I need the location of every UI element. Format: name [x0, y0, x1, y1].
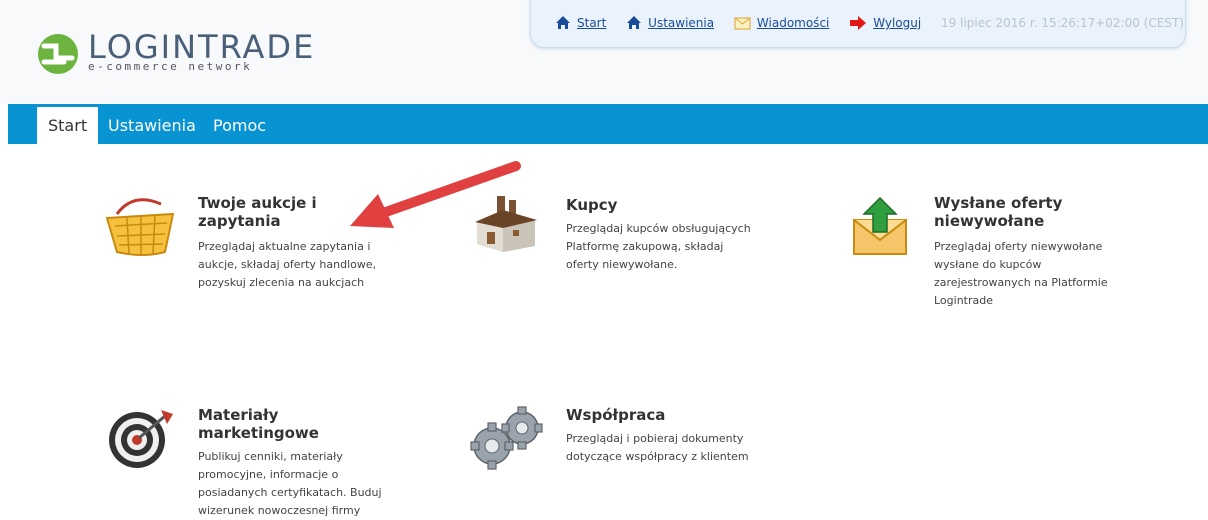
target-icon	[109, 410, 173, 468]
header: LOGINTRADE e-commerce network Start Usta…	[0, 0, 1208, 104]
top-link-logout[interactable]: Wyloguj	[849, 16, 921, 30]
tile-auctions-desc: Przeglądaj aktualne zapytania i aukcje, …	[198, 238, 376, 292]
tile-desc-line: Przeglądaj aktualne zapytania i	[198, 240, 371, 253]
tile-desc-line: Logintrade	[934, 294, 994, 307]
tile-desc-line: Przeglądaj kupców obsługujących	[566, 222, 751, 235]
tile-desc-line: pozyskuj zlecenia na aukcjach	[198, 276, 365, 289]
top-link-messages[interactable]: Wiadomości	[734, 16, 829, 30]
tile-cooperation-desc: Przeglądaj i pobieraj dokumenty dotycząc…	[566, 430, 749, 466]
annotation-arrow	[350, 161, 521, 228]
top-link-settings[interactable]: Ustawienia	[626, 15, 714, 30]
tile-desc-line: Publikuj cenniki, materiały	[198, 450, 343, 463]
top-link-settings-label: Ustawienia	[648, 16, 715, 30]
tile-desc-line: promocyjne, informacje o	[198, 468, 339, 481]
envelope-upload-icon	[853, 196, 907, 255]
shopping-basket-icon	[105, 198, 175, 256]
home-icon	[556, 16, 570, 29]
tile-desc-line: posiadanych certyfikatach. Buduj	[198, 486, 382, 499]
tile-marketing-desc: Publikuj cenniki, materiały promocyjne, …	[198, 448, 382, 520]
logintrade-logo[interactable]: LOGINTRADE e-commerce network	[36, 28, 366, 80]
tile-title-line: zapytania	[198, 212, 281, 230]
tile-title-line: niewywołane	[934, 212, 1045, 230]
logo-mark-icon	[38, 34, 78, 74]
tile-desc-line: zarejestrowanych na Platformie	[934, 276, 1108, 289]
tile-title-line: Kupcy	[566, 196, 618, 214]
tile-title-line: Współpraca	[566, 406, 666, 424]
main-nav: Start Ustawienia Pomoc	[8, 104, 1208, 144]
tile-desc-line: oferty niewywołane.	[566, 258, 678, 271]
tile-desc-line: Przeglądaj i pobieraj dokumenty	[566, 432, 744, 445]
tile-desc-line: wizerunek nowoczesnej firmy	[198, 504, 361, 517]
tile-cooperation-title[interactable]: Współpraca	[566, 406, 665, 424]
tile-desc-line: Platformę zakupową, składaj	[566, 240, 724, 253]
top-link-start[interactable]: Start	[555, 15, 606, 30]
tile-marketing-title[interactable]: Materiały marketingowe	[198, 406, 319, 442]
tile-buyers-desc: Przeglądaj kupców obsługujących Platform…	[566, 220, 751, 274]
home-icon	[627, 16, 642, 29]
tile-desc-line: Przeglądaj oferty niewywołane	[934, 240, 1103, 253]
top-link-start-label: Start	[577, 16, 607, 30]
tile-title-line: Wysłane oferty	[934, 194, 1063, 212]
top-link-messages-label: Wiadomości	[756, 16, 830, 30]
gears-icon	[470, 406, 543, 470]
tab-pomoc[interactable]: Pomoc	[213, 107, 266, 144]
tile-buyers-title[interactable]: Kupcy	[566, 196, 617, 214]
tile-sent-offers-desc: Przeglądaj oferty niewywołane wysłane do…	[934, 238, 1108, 310]
tile-title-line: Twoje aukcje i	[198, 194, 317, 212]
tile-desc-line: wysłane do kupców	[934, 258, 1042, 271]
logo-tagline: e-commerce network	[88, 60, 253, 73]
envelope-icon	[734, 17, 751, 30]
tile-sent-offers-title[interactable]: Wysłane oferty niewywołane	[934, 194, 1062, 230]
top-link-logout-label: Wyloguj	[873, 16, 922, 30]
tab-start[interactable]: Start	[37, 107, 99, 144]
top-links-panel: Start Ustawienia Wiadomości Wyloguj 19 l…	[530, 0, 1186, 48]
tile-title-line: Materiały	[198, 406, 279, 424]
tab-ustawienia[interactable]: Ustawienia	[108, 107, 196, 144]
tile-desc-line: dotyczące współpracy z klientem	[566, 450, 749, 463]
tile-desc-line: aukcje, składaj oferty handlowe,	[198, 258, 377, 271]
tile-title-line: marketingowe	[198, 424, 319, 442]
logout-arrow-icon	[850, 16, 867, 30]
tile-auctions-title[interactable]: Twoje aukcje i zapytania	[198, 194, 317, 230]
session-timestamp: 19 lipiec 2016 r. 15:26:17+02:00 (CEST)	[941, 16, 1184, 30]
